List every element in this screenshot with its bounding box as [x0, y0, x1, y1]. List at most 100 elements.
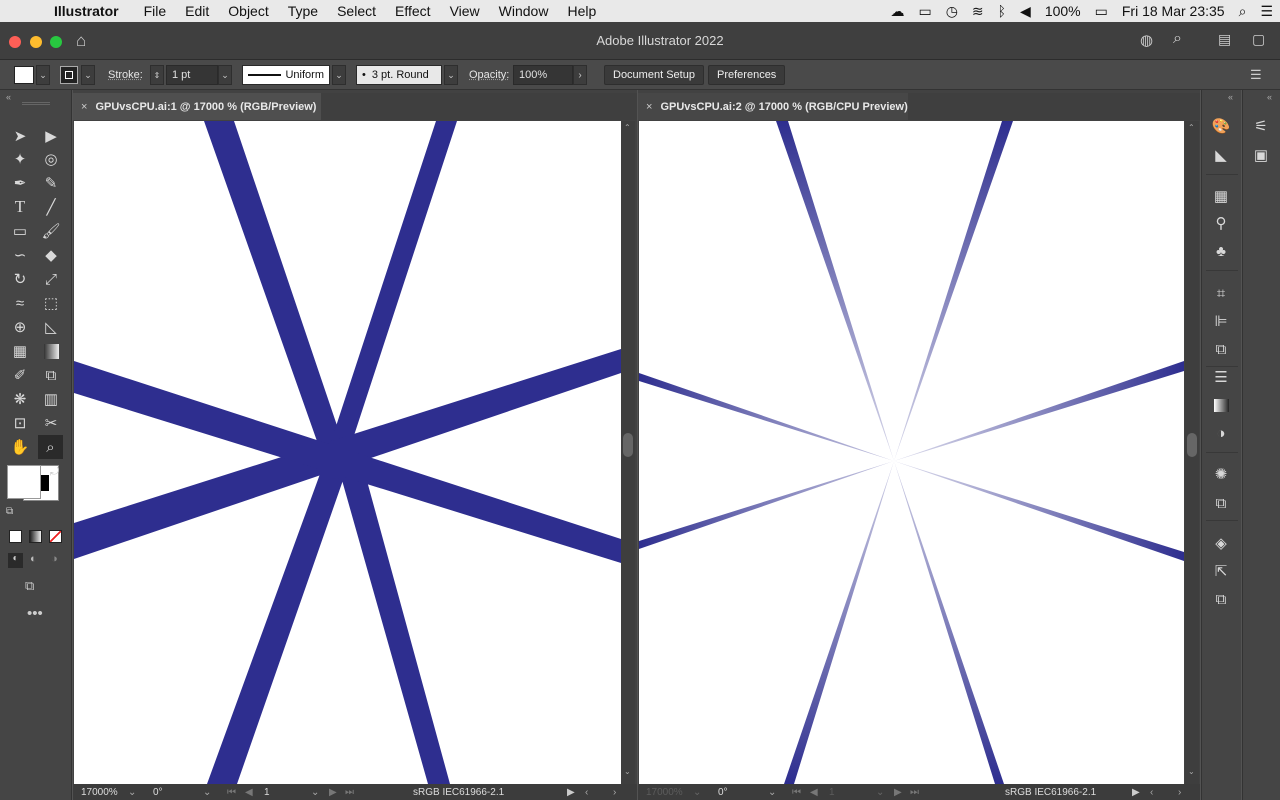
- document-tab-2[interactable]: × GPUvsCPU.ai:2 @ 17000 % (RGB/CPU Previe…: [638, 93, 908, 120]
- symbol-sprayer-tool-icon[interactable]: ❋: [9, 388, 31, 410]
- artboards-panel-icon[interactable]: ⧉: [1210, 588, 1232, 610]
- perspective-grid-tool-icon[interactable]: ◺: [40, 316, 62, 338]
- zoom-level-field[interactable]: 17000%: [81, 787, 118, 798]
- zoom-dropdown-icon[interactable]: ⌄: [693, 787, 701, 798]
- time-machine-icon[interactable]: ◷: [939, 3, 965, 20]
- menu-select[interactable]: Select: [327, 3, 385, 19]
- document-tab-1[interactable]: × GPUvsCPU.ai:1 @ 17000 % (RGB/Preview): [73, 93, 321, 120]
- next-artboard-icon[interactable]: ▶: [329, 787, 337, 798]
- stroke-label[interactable]: Stroke:: [108, 69, 143, 81]
- document-setup-button[interactable]: Document Setup: [604, 65, 704, 85]
- default-fill-stroke-icon[interactable]: ⧉: [6, 506, 13, 517]
- spotlight-icon[interactable]: ⌕: [1232, 3, 1254, 20]
- stroke-weight-dropdown-icon[interactable]: ⌄: [218, 65, 232, 85]
- previous-artboard-icon[interactable]: ◀: [810, 787, 818, 798]
- paintbrush-tool-icon[interactable]: 🖌: [40, 220, 62, 242]
- brush-definition[interactable]: • 3 pt. Round: [356, 65, 442, 85]
- expand-panels-icon[interactable]: «: [1228, 92, 1233, 102]
- color-mode-icon[interactable]: [9, 530, 22, 543]
- artboard-canvas-2[interactable]: [639, 121, 1184, 784]
- scroll-thumb[interactable]: [623, 433, 633, 457]
- gradient-panel-icon[interactable]: [1210, 394, 1232, 416]
- stroke-weight-stepper-icon[interactable]: ⇕: [150, 65, 164, 85]
- airplay-icon[interactable]: ▭: [911, 3, 938, 20]
- scroll-down-icon[interactable]: ⌄: [1188, 767, 1195, 776]
- lasso-tool-icon[interactable]: ◎: [40, 148, 62, 170]
- variable-width-profile[interactable]: Uniform: [242, 65, 330, 85]
- mesh-tool-icon[interactable]: ▦: [9, 340, 31, 362]
- scroll-thumb[interactable]: [1187, 433, 1197, 457]
- libraries-panel-icon[interactable]: ▣: [1250, 144, 1272, 166]
- stroke-swatch[interactable]: [60, 65, 78, 85]
- fill-dropdown-icon[interactable]: ⌄: [36, 65, 50, 85]
- last-artboard-icon[interactable]: ⏭: [910, 787, 919, 798]
- align-panel-icon[interactable]: ⊫: [1210, 310, 1232, 332]
- battery-icon[interactable]: ▭: [1088, 3, 1115, 20]
- selection-tool-icon[interactable]: ➤: [9, 125, 31, 147]
- previous-artboard-icon[interactable]: ◀: [245, 787, 253, 798]
- scale-tool-icon[interactable]: ⤢: [40, 268, 62, 290]
- type-tool-icon[interactable]: T: [9, 196, 31, 218]
- clock[interactable]: Fri 18 Mar 23:35: [1115, 3, 1232, 19]
- bluetooth-icon[interactable]: ᛒ: [991, 3, 1013, 19]
- scroll-right-icon[interactable]: ›: [1178, 787, 1181, 798]
- next-artboard-icon[interactable]: ▶: [894, 787, 902, 798]
- width-tool-icon[interactable]: ≈: [9, 292, 31, 314]
- swatches-panel-icon[interactable]: ▦: [1210, 185, 1232, 207]
- graphic-styles-panel-icon[interactable]: ⧉: [1210, 492, 1232, 514]
- artboard-tool-icon[interactable]: ⊡: [9, 412, 31, 434]
- preferences-button[interactable]: Preferences: [708, 65, 786, 85]
- stroke-dropdown-icon[interactable]: ⌄: [81, 65, 95, 85]
- opacity-slider-icon[interactable]: ›: [573, 65, 587, 85]
- control-center-icon[interactable]: ☰: [1253, 3, 1280, 20]
- curvature-tool-icon[interactable]: ✎: [40, 172, 62, 194]
- swap-fill-stroke-icon[interactable]: ⤾: [50, 466, 59, 479]
- vertical-scrollbar-1[interactable]: ⌃ ⌄: [621, 121, 635, 784]
- status-menu-icon[interactable]: ▶: [567, 787, 575, 798]
- shape-builder-tool-icon[interactable]: ⊕: [9, 316, 31, 338]
- fill-color-box[interactable]: [7, 465, 41, 499]
- rotation-dropdown-icon[interactable]: ⌄: [768, 787, 776, 798]
- battery-percent[interactable]: 100%: [1038, 3, 1088, 19]
- menu-edit[interactable]: Edit: [175, 3, 218, 19]
- collapse-panel-icon[interactable]: «: [6, 92, 11, 102]
- symbols-panel-icon[interactable]: ♣: [1210, 240, 1232, 262]
- blend-tool-icon[interactable]: ⧉: [40, 364, 62, 386]
- brushes-panel-icon[interactable]: ⚲: [1210, 212, 1232, 234]
- rotate-tool-icon[interactable]: ↻: [9, 268, 31, 290]
- layers-panel-icon[interactable]: ◈: [1210, 532, 1232, 554]
- zoom-level-field[interactable]: 17000%: [646, 787, 683, 798]
- gradient-tool-icon[interactable]: [40, 340, 62, 362]
- shaper-tool-icon[interactable]: ∽: [9, 244, 31, 266]
- slice-tool-icon[interactable]: ✂: [40, 412, 62, 434]
- artboard-canvas-1[interactable]: [74, 121, 621, 784]
- menu-effect[interactable]: Effect: [385, 3, 440, 19]
- hand-tool-icon[interactable]: ✋: [9, 436, 31, 458]
- rotation-dropdown-icon[interactable]: ⌄: [203, 787, 211, 798]
- scroll-up-icon[interactable]: ⌃: [1188, 123, 1195, 132]
- stroke-weight-field[interactable]: 1 pt: [166, 65, 218, 85]
- draw-behind-icon[interactable]: ◐: [30, 553, 37, 565]
- workspace-switcher-icon[interactable]: ▢: [1252, 31, 1265, 48]
- column-graph-tool-icon[interactable]: ▥: [40, 388, 62, 410]
- close-tab-icon[interactable]: ×: [638, 101, 660, 113]
- user-icon[interactable]: ◍: [1140, 31, 1153, 49]
- rotation-field[interactable]: 0°: [153, 787, 163, 798]
- direct-selection-tool-icon[interactable]: ▶: [40, 125, 62, 147]
- panel-grip[interactable]: [22, 102, 50, 105]
- free-transform-tool-icon[interactable]: ⬚: [40, 292, 62, 314]
- scroll-left-icon[interactable]: ‹: [1150, 787, 1153, 798]
- control-bar-menu-icon[interactable]: ☰: [1250, 65, 1262, 85]
- opacity-field[interactable]: 100%: [513, 65, 573, 85]
- appearance-panel-icon[interactable]: ✺: [1210, 463, 1232, 485]
- menu-object[interactable]: Object: [218, 3, 277, 19]
- fill-swatch[interactable]: [14, 65, 34, 85]
- pathfinder-panel-icon[interactable]: ⧉: [1210, 338, 1232, 360]
- creative-cloud-icon[interactable]: ☁: [883, 3, 911, 20]
- eyedropper-tool-icon[interactable]: ✐: [9, 364, 31, 386]
- menu-file[interactable]: File: [134, 3, 176, 19]
- artboard-dropdown-icon[interactable]: ⌄: [876, 787, 884, 798]
- eraser-tool-icon[interactable]: ◆: [40, 244, 62, 266]
- rectangle-tool-icon[interactable]: ▭: [9, 220, 31, 242]
- first-artboard-icon[interactable]: ⏮: [227, 787, 236, 798]
